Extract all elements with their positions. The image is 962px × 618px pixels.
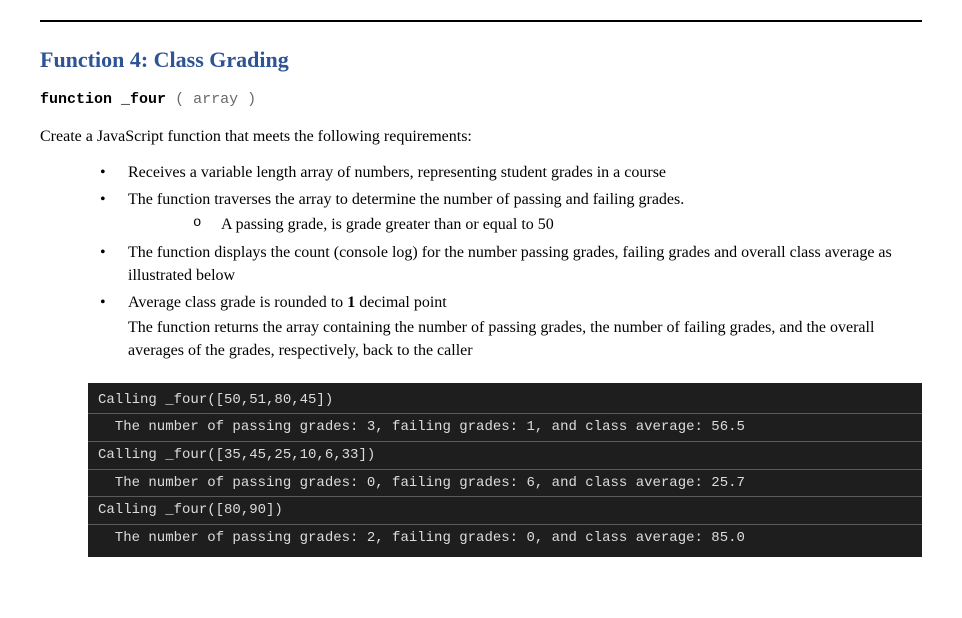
req-text: The function displays the count (console… — [128, 244, 892, 284]
list-item: The function displays the count (console… — [100, 241, 922, 287]
list-item: The function traverses the array to dete… — [100, 188, 922, 236]
console-line: The number of passing grades: 2, failing… — [88, 527, 922, 551]
console-line: Calling _four([35,45,25,10,6,33]) — [88, 444, 922, 470]
section-title: Function 4: Class Grading — [40, 47, 922, 73]
req-continuation: The function returns the array containin… — [128, 316, 922, 362]
sig-keyword: function — [40, 91, 112, 108]
sig-name: _four — [121, 91, 166, 108]
sub-req-text: A passing grade, is grade greater than o… — [221, 216, 554, 233]
req-text-suffix: decimal point — [355, 294, 447, 311]
list-item: Average class grade is rounded to 1 deci… — [100, 291, 922, 363]
console-line: Calling _four([80,90]) — [88, 499, 922, 525]
console-line: The number of passing grades: 0, failing… — [88, 472, 922, 498]
intro-text: Create a JavaScript function that meets … — [40, 128, 922, 146]
sub-list-item: A passing grade, is grade greater than o… — [193, 213, 922, 236]
req-text: Receives a variable length array of numb… — [128, 164, 666, 181]
sig-params: ( array ) — [175, 91, 256, 108]
console-line: Calling _four([50,51,80,45]) — [88, 389, 922, 415]
req-text: The function traverses the array to dete… — [128, 191, 684, 208]
requirements-list: Receives a variable length array of numb… — [40, 161, 922, 363]
req-text-prefix: Average class grade is rounded to — [128, 294, 347, 311]
console-output: Calling _four([50,51,80,45]) The number … — [88, 383, 922, 557]
function-signature: function _four ( array ) — [40, 91, 922, 108]
list-item: Receives a variable length array of numb… — [100, 161, 922, 184]
console-line: The number of passing grades: 3, failing… — [88, 416, 922, 442]
sub-list: A passing grade, is grade greater than o… — [128, 213, 922, 236]
req-text-bold: 1 — [347, 294, 355, 311]
divider-top — [40, 20, 922, 22]
